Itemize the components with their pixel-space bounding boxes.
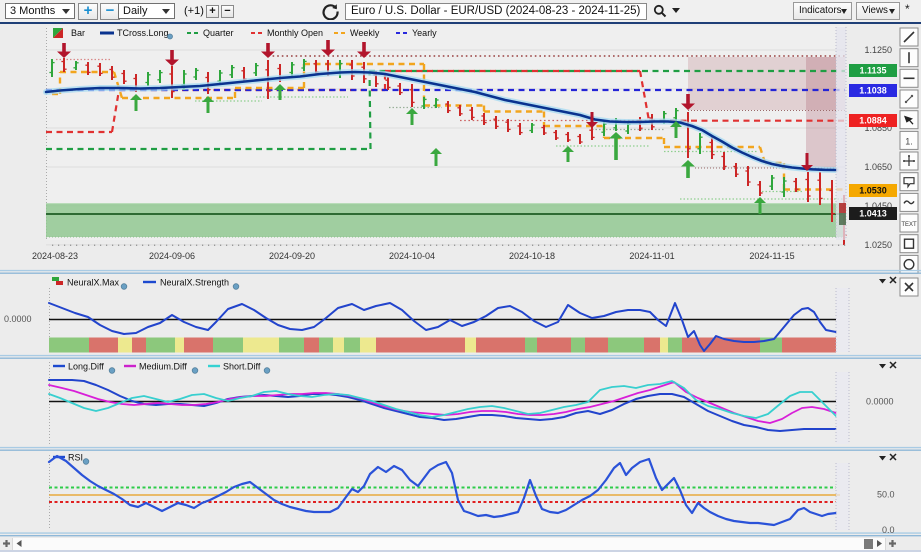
svg-text:2024-10-04: 2024-10-04 xyxy=(389,251,435,261)
svg-text:Long.Diff: Long.Diff xyxy=(68,362,104,372)
svg-text:1.0884: 1.0884 xyxy=(859,116,887,126)
svg-text:1.1038: 1.1038 xyxy=(859,86,887,96)
svg-text:2024-11-15: 2024-11-15 xyxy=(749,251,794,261)
svg-text:Medium.Diff: Medium.Diff xyxy=(139,362,187,372)
svg-text:0.0000: 0.0000 xyxy=(866,397,894,407)
svg-text:Yearly: Yearly xyxy=(412,28,437,38)
svg-text:Short.Diff: Short.Diff xyxy=(223,362,261,372)
svg-text:1.0650: 1.0650 xyxy=(864,162,892,172)
svg-text:2024-09-20: 2024-09-20 xyxy=(269,251,315,261)
svg-text:1.1135: 1.1135 xyxy=(859,66,886,76)
svg-text:Weekly: Weekly xyxy=(350,28,380,38)
svg-text:0.0: 0.0 xyxy=(882,525,895,535)
svg-text:RSI: RSI xyxy=(68,453,83,463)
svg-text:1.: 1. xyxy=(905,136,913,146)
svg-text:2024-10-18: 2024-10-18 xyxy=(509,251,555,261)
svg-text:Quarter: Quarter xyxy=(203,28,234,38)
svg-text:0.0000: 0.0000 xyxy=(4,314,32,324)
svg-text:1.0250: 1.0250 xyxy=(864,240,892,250)
svg-text:NeuralX.Strength: NeuralX.Strength xyxy=(160,278,229,288)
svg-text:NeuralX.Max: NeuralX.Max xyxy=(67,278,120,288)
svg-text:2024-08-23: 2024-08-23 xyxy=(32,251,78,261)
svg-text:50.0: 50.0 xyxy=(877,490,895,500)
svg-text:2024-11-01: 2024-11-01 xyxy=(629,251,674,261)
svg-text:1.0530: 1.0530 xyxy=(859,186,887,196)
svg-text:2024-09-06: 2024-09-06 xyxy=(149,251,195,261)
svg-text:1.0413: 1.0413 xyxy=(859,209,887,219)
svg-text:TCross.Long: TCross.Long xyxy=(117,28,169,38)
svg-text:Bar: Bar xyxy=(71,28,85,38)
svg-text:1.1250: 1.1250 xyxy=(864,45,892,55)
svg-text:Monthly Open: Monthly Open xyxy=(267,28,323,38)
svg-text:TEXT: TEXT xyxy=(901,222,917,228)
